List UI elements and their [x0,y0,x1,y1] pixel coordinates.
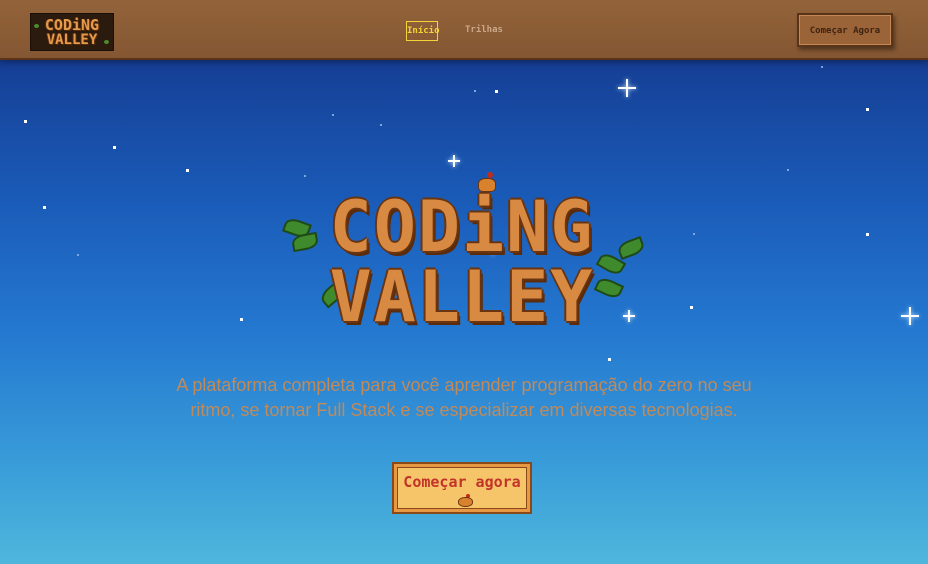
sparkle-icon [901,307,919,325]
star-icon [380,124,382,126]
star-icon [608,358,611,361]
star-icon [693,233,695,235]
star-icon [495,90,498,93]
star-icon [866,233,869,236]
star-icon [474,90,476,92]
nav-link-trilhas[interactable]: Trilhas [465,21,503,41]
star-icon [690,306,693,309]
hero-start-button-label: Começar agora [403,473,521,491]
star-icon [24,120,27,123]
sparkle-icon [448,155,460,167]
star-icon [77,254,79,256]
nav-logo-line2: VALLEY [46,32,98,48]
hero-tagline: A plataforma completa para você aprender… [176,375,752,420]
star-icon [186,169,189,172]
hero-logo: CODiNG VALLEY [278,168,646,338]
navbar: CODiNG VALLEY Início Trilhas Começar Ago… [0,0,928,60]
nav-logo[interactable]: CODiNG VALLEY [30,13,114,51]
hero-start-button[interactable]: Começar agora [392,462,532,514]
star-icon [332,114,334,116]
nav-start-button[interactable]: Começar Agora [797,13,893,47]
sparkle-icon [618,79,636,97]
chicken-icon [458,494,473,507]
star-icon [240,318,243,321]
star-icon [866,108,869,111]
star-icon [821,66,823,68]
star-icon [787,169,789,171]
nav-link-inicio[interactable]: Início [406,21,440,41]
hero-logo-line2: VALLEY [329,256,595,338]
star-icon [113,146,116,149]
star-icon [43,206,46,209]
